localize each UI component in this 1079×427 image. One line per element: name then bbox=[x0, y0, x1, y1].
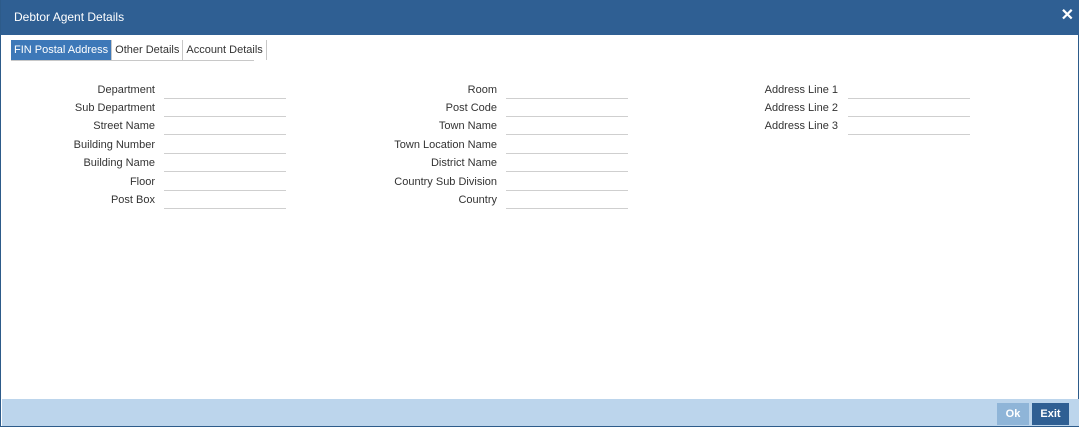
country-field: Country bbox=[301, 192, 633, 210]
ok-button[interactable]: Ok bbox=[997, 403, 1029, 425]
post-box-field: Post Box bbox=[1, 192, 291, 210]
department-label: Department bbox=[97, 84, 155, 96]
post-code-label: Post Code bbox=[445, 102, 497, 114]
country-sub-division-label: Country Sub Division bbox=[394, 176, 497, 188]
address-line-3-label: Address Line 3 bbox=[764, 120, 838, 132]
post-code-input[interactable] bbox=[506, 100, 628, 117]
address-line-2-field: Address Line 2 bbox=[641, 100, 976, 118]
sub-department-label: Sub Department bbox=[74, 102, 155, 114]
tab-divider bbox=[11, 60, 254, 61]
town-location-name-label: Town Location Name bbox=[394, 139, 497, 151]
building-number-input[interactable] bbox=[164, 137, 286, 154]
address-line-1-label: Address Line 1 bbox=[764, 84, 838, 96]
building-name-label: Building Name bbox=[83, 157, 155, 169]
town-location-name-input[interactable] bbox=[506, 137, 628, 154]
district-name-input[interactable] bbox=[506, 155, 628, 172]
address-line-2-input[interactable] bbox=[848, 100, 970, 117]
post-box-input[interactable] bbox=[164, 192, 286, 209]
room-input[interactable] bbox=[506, 82, 628, 99]
district-name-label: District Name bbox=[430, 157, 497, 169]
footer-bar: Ok Exit bbox=[2, 399, 1079, 426]
close-icon[interactable]: ✕ bbox=[1061, 8, 1074, 24]
country-sub-division-field: Country Sub Division bbox=[301, 174, 633, 192]
building-number-label: Building Number bbox=[73, 139, 155, 151]
district-name-field: District Name bbox=[301, 155, 633, 173]
title-bar: Debtor Agent Details ✕ bbox=[1, 0, 1079, 35]
town-name-input[interactable] bbox=[506, 118, 628, 135]
debtor-agent-details-window: Debtor Agent Details ✕ FIN Postal Addres… bbox=[0, 0, 1079, 427]
building-number-field: Building Number bbox=[1, 137, 291, 155]
town-name-field: Town Name bbox=[301, 118, 633, 136]
tab-other-details[interactable]: Other Details bbox=[112, 40, 184, 60]
country-input[interactable] bbox=[506, 192, 628, 209]
building-name-field: Building Name bbox=[1, 155, 291, 173]
room-field: Room bbox=[301, 82, 633, 100]
town-name-label: Town Name bbox=[438, 120, 497, 132]
tab-bar: FIN Postal Address Other Details Account… bbox=[11, 40, 267, 60]
country-sub-division-input[interactable] bbox=[506, 174, 628, 191]
department-input[interactable] bbox=[164, 82, 286, 99]
sub-department-input[interactable] bbox=[164, 100, 286, 117]
floor-label: Floor bbox=[129, 176, 155, 188]
department-field: Department bbox=[1, 82, 291, 100]
address-line-2-label: Address Line 2 bbox=[764, 102, 838, 114]
town-location-name-field: Town Location Name bbox=[301, 137, 633, 155]
address-line-3-input[interactable] bbox=[848, 118, 970, 135]
building-name-input[interactable] bbox=[164, 155, 286, 172]
floor-field: Floor bbox=[1, 174, 291, 192]
street-name-field: Street Name bbox=[1, 118, 291, 136]
tab-account-details[interactable]: Account Details bbox=[183, 40, 265, 60]
tab-fin-postal-address[interactable]: FIN Postal Address bbox=[11, 40, 113, 60]
exit-button[interactable]: Exit bbox=[1032, 403, 1069, 425]
floor-input[interactable] bbox=[164, 174, 286, 191]
post-box-label: Post Box bbox=[110, 194, 155, 206]
address-line-3-field: Address Line 3 bbox=[641, 118, 976, 136]
post-code-field: Post Code bbox=[301, 100, 633, 118]
street-name-input[interactable] bbox=[164, 118, 286, 135]
address-line-1-field: Address Line 1 bbox=[641, 82, 976, 100]
address-line-1-input[interactable] bbox=[848, 82, 970, 99]
room-label: Room bbox=[467, 84, 497, 96]
country-label: Country bbox=[458, 194, 497, 206]
window-title: Debtor Agent Details bbox=[14, 10, 125, 24]
sub-department-field: Sub Department bbox=[1, 100, 291, 118]
street-name-label: Street Name bbox=[93, 120, 155, 132]
